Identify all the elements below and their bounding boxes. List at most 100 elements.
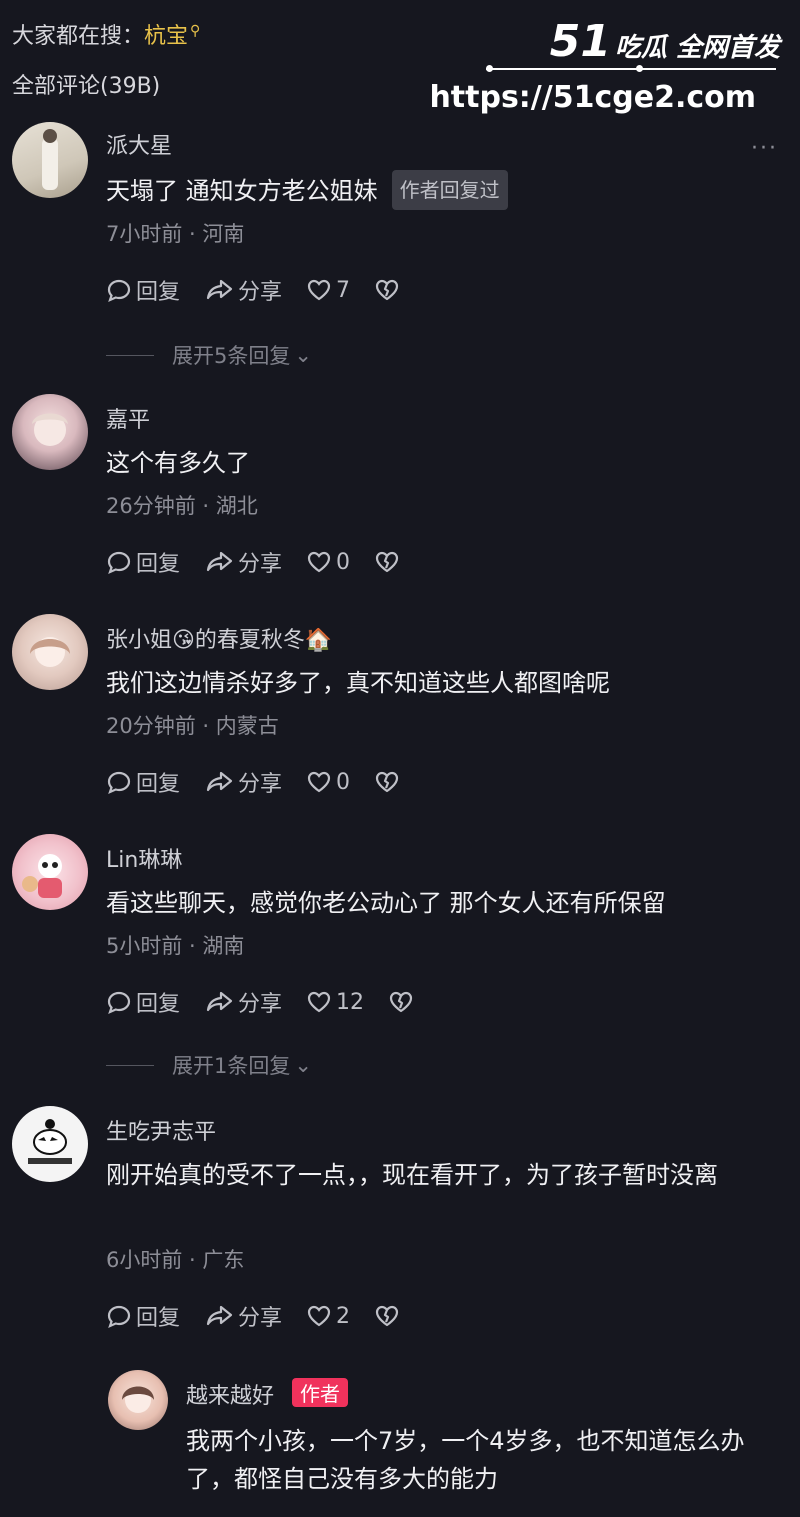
heart-icon	[307, 1305, 331, 1327]
watermark-logo-text: 吃瓜 全网首发	[614, 33, 780, 63]
reply-text: 我两个小孩，一个7岁，一个4岁多，也不知道怎么办了，都怪自己没有多大的能力	[186, 1427, 745, 1493]
dislike-button[interactable]	[374, 770, 404, 794]
share-label: 分享	[238, 280, 283, 305]
reply-icon	[107, 991, 131, 1014]
reply-icon	[107, 551, 131, 574]
like-count: 0	[336, 769, 351, 795]
share-label: 分享	[238, 1306, 283, 1331]
like-button[interactable]: 0	[306, 770, 350, 795]
like-button[interactable]: 2	[306, 1304, 350, 1329]
reply-label: 回复	[136, 772, 181, 797]
more-options-icon[interactable]: ···	[751, 136, 778, 161]
chevron-down-icon: ⌄	[294, 343, 312, 367]
comment-username[interactable]: 生吃尹志平	[106, 1114, 216, 1146]
like-count: 0	[336, 549, 351, 575]
heart-icon	[307, 551, 331, 573]
expand-replies-label: 展开5条回复	[172, 344, 291, 368]
comment-meta: 20分钟前 · 内蒙古	[106, 714, 279, 738]
reply-username-text[interactable]: 越来越好	[186, 1384, 274, 1409]
comment-meta: 7小时前 · 河南	[106, 222, 245, 246]
heart-icon	[307, 279, 331, 301]
dislike-button[interactable]	[388, 990, 418, 1014]
dislike-button[interactable]	[374, 1304, 404, 1328]
author-replied-badge: 作者回复过	[391, 170, 508, 210]
watermark-url: https://51cge2.com	[429, 80, 756, 115]
comment-meta: 5小时前 · 湖南	[106, 934, 245, 958]
broken-heart-icon	[389, 991, 413, 1013]
comment-text: 看这些聊天，感觉你老公动心了 那个女人还有所保留	[106, 889, 666, 917]
share-button[interactable]: 分享	[204, 766, 282, 798]
reply-label: 回复	[136, 280, 181, 305]
comment-actions: 回复 分享 0	[106, 546, 428, 578]
comment-text: 我们这边情杀好多了，真不知道这些人都图啥呢	[106, 669, 610, 697]
like-count: 12	[336, 989, 365, 1015]
share-button[interactable]: 分享	[204, 546, 282, 578]
broken-heart-icon	[375, 551, 399, 573]
avatar[interactable]	[12, 1106, 88, 1182]
reply-icon	[107, 771, 131, 794]
comment-username[interactable]: 嘉平	[106, 402, 150, 434]
author-badge: 作者	[292, 1378, 349, 1407]
broken-heart-icon	[375, 279, 399, 301]
share-button[interactable]: 分享	[204, 274, 282, 306]
reply-button[interactable]: 回复	[106, 1300, 180, 1332]
share-icon	[206, 279, 233, 300]
reply-button[interactable]: 回复	[106, 546, 180, 578]
watermark: 51 吃瓜 全网首发 https://51cge2.com	[429, 16, 786, 120]
reply-username: 越来越好 作者	[186, 1378, 349, 1410]
comment-meta: 6小时前 · 广东	[106, 1248, 245, 1272]
avatar[interactable]	[12, 614, 88, 690]
share-icon	[206, 771, 233, 792]
reply-icon	[107, 279, 131, 302]
watermark-logo: 51 吃瓜 全网首发	[550, 16, 780, 67]
like-button[interactable]: 7	[306, 278, 350, 303]
avatar[interactable]	[12, 122, 88, 198]
comment-username[interactable]: 派大星	[106, 128, 172, 160]
chevron-down-icon: ⌄	[294, 1053, 312, 1077]
reply-label: 回复	[136, 992, 181, 1017]
share-button[interactable]: 分享	[204, 986, 282, 1018]
broken-heart-icon	[375, 771, 399, 793]
like-button[interactable]: 0	[306, 550, 350, 575]
share-label: 分享	[238, 772, 283, 797]
comment-actions: 回复 分享 0	[106, 766, 428, 798]
hot-search-bar[interactable]: 大家都在搜：杭宝 ⚲	[12, 18, 200, 50]
watermark-dot	[486, 65, 493, 72]
reply-button[interactable]: 回复	[106, 766, 180, 798]
dislike-button[interactable]	[374, 550, 404, 574]
expand-replies-button[interactable]: 展开1条回复 ⌄	[106, 1050, 312, 1080]
comment-username[interactable]: 张小姐😘的春夏秋冬🏠	[106, 622, 332, 654]
reply-button[interactable]: 回复	[106, 986, 180, 1018]
avatar[interactable]	[12, 394, 88, 470]
comment-count-title: 全部评论(39B)	[12, 74, 161, 99]
search-icon: ⚲	[190, 23, 201, 39]
like-count: 2	[336, 1303, 351, 1329]
reply-label: 回复	[136, 1306, 181, 1331]
reply-button[interactable]: 回复	[106, 274, 180, 306]
expand-replies-button[interactable]: 展开5条回复 ⌄	[106, 340, 312, 370]
expand-divider	[106, 1064, 154, 1066]
comment-username[interactable]: Lin琳琳	[106, 842, 182, 874]
avatar[interactable]	[108, 1370, 168, 1430]
comment-actions: 回复 分享 7	[106, 274, 428, 306]
share-icon	[206, 551, 233, 572]
watermark-logo-number: 51	[549, 16, 611, 67]
hot-search-prefix: 大家都在搜：	[12, 24, 145, 49]
avatar[interactable]	[12, 834, 88, 910]
comment-actions: 回复 分享 2	[106, 1300, 428, 1332]
comment-text: 刚开始真的受不了一点，，现在看开了，为了孩子暂时没离	[106, 1161, 718, 1189]
like-count: 7	[336, 277, 351, 303]
share-label: 分享	[238, 552, 283, 577]
expand-divider	[106, 354, 154, 356]
heart-icon	[307, 991, 331, 1013]
dislike-button[interactable]	[374, 278, 404, 302]
hot-search-keyword[interactable]: 杭宝	[144, 24, 188, 49]
comment-actions: 回复 分享 12	[106, 986, 442, 1018]
like-button[interactable]: 12	[306, 990, 364, 1015]
reply-label: 回复	[136, 552, 181, 577]
comment-text: 这个有多久了	[106, 449, 250, 477]
share-label: 分享	[238, 992, 283, 1017]
heart-icon	[307, 771, 331, 793]
share-button[interactable]: 分享	[204, 1300, 282, 1332]
share-icon	[206, 991, 233, 1012]
